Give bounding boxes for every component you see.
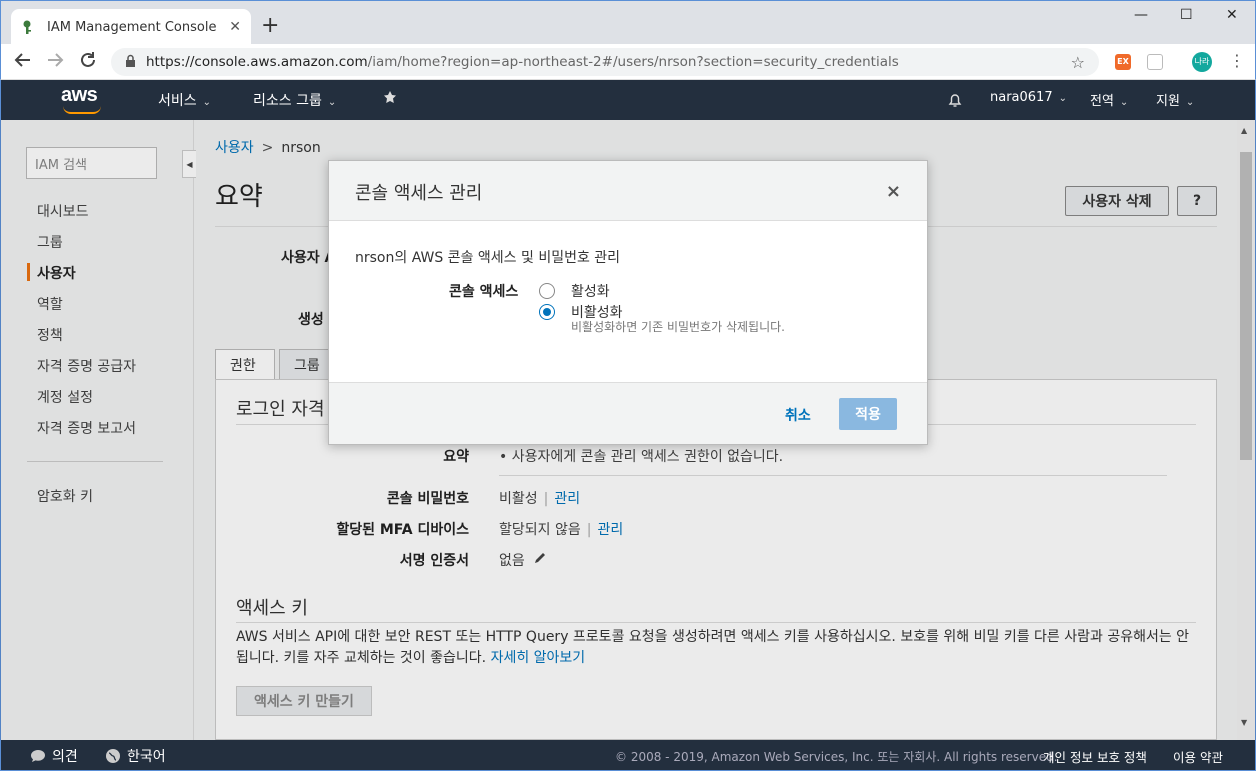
radio-disable[interactable] <box>539 304 555 320</box>
disable-help-text: 비활성화하면 기존 비밀번호가 삭제됩니다. <box>571 320 785 334</box>
minimize-button[interactable]: — <box>1134 7 1148 23</box>
window-close-button[interactable]: ✕ <box>1226 7 1238 23</box>
language-button[interactable]: 한국어 <box>105 746 166 766</box>
pin-icon[interactable] <box>383 90 397 108</box>
browser-menu-icon[interactable]: ⋮ <box>1229 51 1245 70</box>
resource-groups-menu[interactable]: 리소스 그룹 ⌄ <box>253 90 336 110</box>
close-icon[interactable]: × <box>886 181 901 202</box>
modal-header: 콘솔 액세스 관리 × <box>329 161 927 221</box>
lock-icon <box>125 54 136 70</box>
browser-toolbar: https://console.aws.amazon.com/iam/home?… <box>0 44 1256 80</box>
copyright-text: © 2008 - 2019, Amazon Web Services, Inc.… <box>615 750 1058 764</box>
cancel-button[interactable]: 취소 <box>785 405 811 425</box>
console-access-label: 콘솔 액세스 <box>449 284 519 300</box>
tab-close-icon[interactable]: ✕ <box>229 19 241 35</box>
browser-titlebar: IAM Management Console ✕ + — ☐ ✕ <box>0 0 1256 45</box>
globe-icon <box>106 749 120 763</box>
chevron-down-icon: ⌄ <box>202 97 212 108</box>
support-menu[interactable]: 지원 ⌄ <box>1156 90 1194 109</box>
extension-card-icon[interactable] <box>1147 54 1163 70</box>
bookmark-star-icon[interactable]: ☆ <box>1071 53 1085 72</box>
profile-avatar[interactable]: 나라 <box>1192 52 1212 72</box>
speech-bubble-icon <box>31 750 45 762</box>
extension-icon[interactable]: EX <box>1115 54 1131 70</box>
reload-icon[interactable] <box>79 51 97 74</box>
feedback-button[interactable]: 의견 <box>30 746 78 766</box>
maximize-button[interactable]: ☐ <box>1180 7 1193 23</box>
terms-link[interactable]: 이용 약관 <box>1173 747 1223 766</box>
services-menu[interactable]: 서비스 ⌄ <box>158 90 211 110</box>
radio-enable[interactable] <box>539 283 555 299</box>
back-icon[interactable] <box>14 51 32 74</box>
bell-icon[interactable] <box>947 92 963 112</box>
region-menu[interactable]: 전역 ⌄ <box>1090 90 1128 109</box>
aws-smile-icon <box>63 106 101 114</box>
console-access-modal: 콘솔 액세스 관리 × nrson의 AWS 콘솔 액세스 및 비밀번호 관리 … <box>328 160 928 445</box>
browser-tab[interactable]: IAM Management Console ✕ <box>11 9 251 45</box>
key-icon <box>21 19 37 35</box>
address-bar[interactable]: https://console.aws.amazon.com/iam/home?… <box>111 48 1099 76</box>
aws-logo[interactable]: aws <box>61 84 105 114</box>
new-tab-button[interactable]: + <box>261 15 279 37</box>
modal-title: 콘솔 액세스 관리 <box>355 183 483 204</box>
radio-enable-label[interactable]: 활성화 <box>571 281 610 301</box>
account-menu[interactable]: nara0617 ⌄ <box>990 90 1067 105</box>
aws-footer: 의견 한국어 © 2008 - 2019, Amazon Web Service… <box>0 740 1256 771</box>
forward-icon[interactable] <box>46 51 64 74</box>
tab-title: IAM Management Console <box>47 19 217 35</box>
chevron-down-icon: ⌄ <box>327 97 337 108</box>
url-text: https://console.aws.amazon.com/iam/home?… <box>146 54 899 70</box>
modal-description: nrson의 AWS 콘솔 액세스 및 비밀번호 관리 <box>355 250 621 266</box>
modal-footer: 취소 적용 <box>329 382 927 444</box>
privacy-policy-link[interactable]: 개인 정보 보호 정책 <box>1043 747 1147 766</box>
aws-top-nav: aws 서비스 ⌄ 리소스 그룹 ⌄ nara0617 ⌄ 전역 ⌄ 지원 ⌄ <box>0 80 1256 120</box>
apply-button[interactable]: 적용 <box>839 398 897 430</box>
